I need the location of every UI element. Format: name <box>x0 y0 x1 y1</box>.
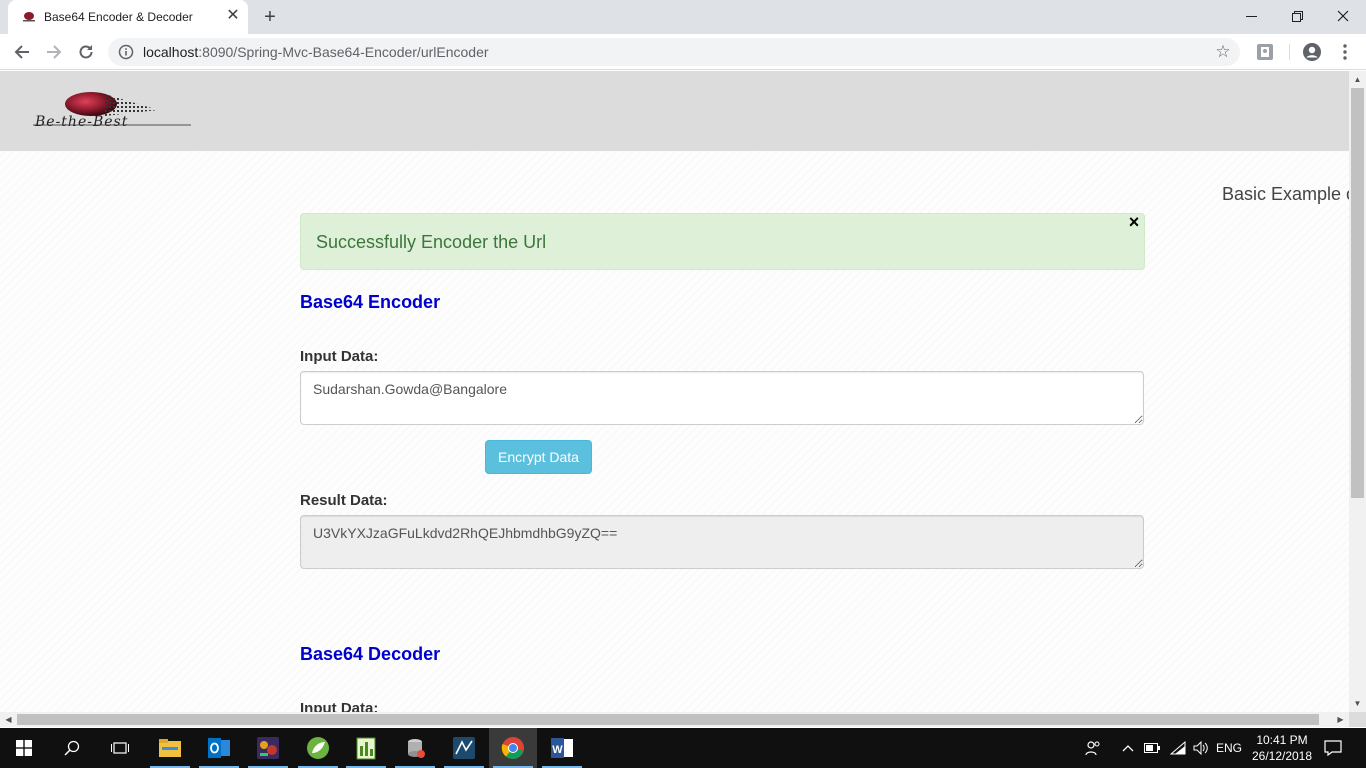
taskbar-notepad[interactable] <box>342 728 390 768</box>
alert-message: Successfully Encoder the Url <box>316 232 547 252</box>
taskbar-outlook[interactable] <box>195 728 243 768</box>
notification-icon <box>1324 740 1342 756</box>
word-icon: W <box>551 738 573 758</box>
page-viewport: Be-the-Best Basic Example o Successfully… <box>0 71 1349 712</box>
decoder-input-label: Input Data: <box>300 700 379 712</box>
colorful-app-icon <box>257 737 279 759</box>
file-explorer-icon <box>159 739 181 757</box>
spring-leaf-icon <box>307 737 329 759</box>
show-hidden-icons-button[interactable] <box>1118 728 1138 768</box>
scrolling-marquee: Basic Example o <box>1222 184 1349 204</box>
taskbar-mysql-workbench[interactable] <box>440 728 488 768</box>
outlook-icon <box>208 738 230 758</box>
bookmark-star-icon[interactable]: ☆ <box>1214 42 1232 62</box>
success-alert: Successfully Encoder the Url × <box>300 213 1145 270</box>
close-icon <box>1337 10 1349 22</box>
network-button[interactable] <box>1167 728 1189 768</box>
result-data-label: Result Data: <box>300 492 388 509</box>
url-text[interactable]: localhost:8090/Spring-Mvc-Base64-Encoder… <box>143 44 489 60</box>
action-center-button[interactable] <box>1320 728 1346 768</box>
workbench-icon <box>453 737 475 759</box>
notepad-icon <box>356 737 376 760</box>
horizontal-scrollbar[interactable]: ◀ ▶ <box>0 712 1349 727</box>
menu-button[interactable] <box>1331 38 1359 66</box>
info-icon[interactable] <box>118 44 134 60</box>
result-data-field[interactable]: U3VkYXJzaGFuLkdvd2RhQEJhbmdhbG9yZQ== <box>300 515 1144 569</box>
restore-icon <box>1291 10 1303 22</box>
task-view-icon <box>111 742 129 754</box>
clock-date: 26/12/2018 <box>1251 749 1313 763</box>
tab-strip: Base64 Encoder & Decoder ✕ + <box>0 0 1366 34</box>
forward-arrow-icon <box>47 45 62 59</box>
system-clock[interactable]: 10:41 PM 26/12/2018 <box>1245 732 1319 764</box>
browser-tab[interactable]: Base64 Encoder & Decoder ✕ <box>8 0 248 34</box>
address-bar[interactable]: localhost:8090/Spring-Mvc-Base64-Encoder… <box>108 38 1240 66</box>
task-view-button[interactable] <box>96 728 144 768</box>
svg-text:W: W <box>552 744 563 756</box>
clock-time: 10:41 PM <box>1256 733 1308 747</box>
vertical-scroll-thumb[interactable] <box>1351 88 1364 498</box>
taskbar: W ENG 10:41 PM 26/12/2018 <box>0 728 1366 768</box>
kebab-menu-icon <box>1343 44 1347 60</box>
battery-icon <box>1144 743 1160 753</box>
taskbar-app-game[interactable] <box>244 728 292 768</box>
speaker-icon <box>1193 741 1208 755</box>
windows-logo-icon <box>16 740 32 756</box>
taskbar-file-explorer[interactable] <box>146 728 194 768</box>
encoder-input-label: Input Data: <box>300 348 379 365</box>
taskbar-word[interactable]: W <box>538 728 586 768</box>
restore-button[interactable] <box>1274 0 1320 32</box>
search-button[interactable] <box>48 728 96 768</box>
site-header: Be-the-Best <box>0 71 1349 151</box>
people-button[interactable] <box>1080 728 1106 768</box>
logo-text: Be-the-Best <box>34 114 128 130</box>
profile-button[interactable] <box>1298 38 1326 66</box>
language-indicator[interactable]: ENG <box>1212 728 1246 768</box>
battery-button[interactable] <box>1142 728 1162 768</box>
tab-title: Base64 Encoder & Decoder <box>44 10 193 24</box>
people-icon <box>1085 741 1100 756</box>
scroll-up-arrow-icon[interactable]: ▲ <box>1349 71 1366 88</box>
reload-button[interactable] <box>72 38 100 66</box>
url-path: :8090/Spring-Mvc-Base64-Encoder/urlEncod… <box>198 44 489 60</box>
minimize-icon <box>1245 15 1257 17</box>
encoder-title: Base64 Encoder <box>300 292 441 312</box>
site-favicon-icon <box>23 12 35 22</box>
tab-close-icon[interactable]: ✕ <box>225 7 241 25</box>
volume-button[interactable] <box>1190 728 1212 768</box>
encoder-input-field[interactable]: Sudarshan.Gowda@Bangalore <box>300 371 1144 425</box>
vertical-scrollbar[interactable]: ▲ ▼ <box>1349 71 1366 712</box>
scroll-down-arrow-icon[interactable]: ▼ <box>1349 695 1366 712</box>
new-tab-button[interactable]: + <box>259 5 281 29</box>
back-arrow-icon <box>14 45 29 59</box>
encrypt-data-button[interactable]: Encrypt Data <box>485 440 592 474</box>
wifi-icon <box>1170 741 1186 755</box>
profile-avatar-icon <box>1303 43 1321 61</box>
minimize-button[interactable] <box>1228 0 1274 32</box>
scroll-left-arrow-icon[interactable]: ◀ <box>0 712 17 727</box>
forward-button[interactable] <box>40 38 68 66</box>
scrollbar-corner <box>1349 712 1366 727</box>
scroll-right-arrow-icon[interactable]: ▶ <box>1332 712 1349 727</box>
extension-button[interactable] <box>1251 38 1279 66</box>
chevron-up-icon <box>1122 745 1134 752</box>
extension-icon <box>1257 44 1273 60</box>
browser-toolbar: localhost:8090/Spring-Mvc-Base64-Encoder… <box>0 34 1366 70</box>
chrome-icon <box>501 737 524 759</box>
close-window-button[interactable] <box>1320 0 1366 32</box>
taskbar-spring-tool[interactable] <box>294 728 342 768</box>
url-host: localhost <box>143 44 199 60</box>
back-button[interactable] <box>8 38 36 66</box>
decoder-title: Base64 Decoder <box>300 644 441 664</box>
start-button[interactable] <box>0 728 48 768</box>
site-logo[interactable]: Be-the-Best <box>33 90 193 130</box>
horizontal-scroll-thumb[interactable] <box>17 714 1319 725</box>
reload-icon <box>79 45 93 59</box>
database-icon <box>408 739 425 758</box>
toolbar-divider <box>1289 44 1290 60</box>
taskbar-database[interactable] <box>391 728 439 768</box>
taskbar-chrome[interactable] <box>489 728 537 768</box>
alert-close-icon[interactable]: × <box>1126 213 1142 231</box>
search-icon <box>64 740 80 756</box>
